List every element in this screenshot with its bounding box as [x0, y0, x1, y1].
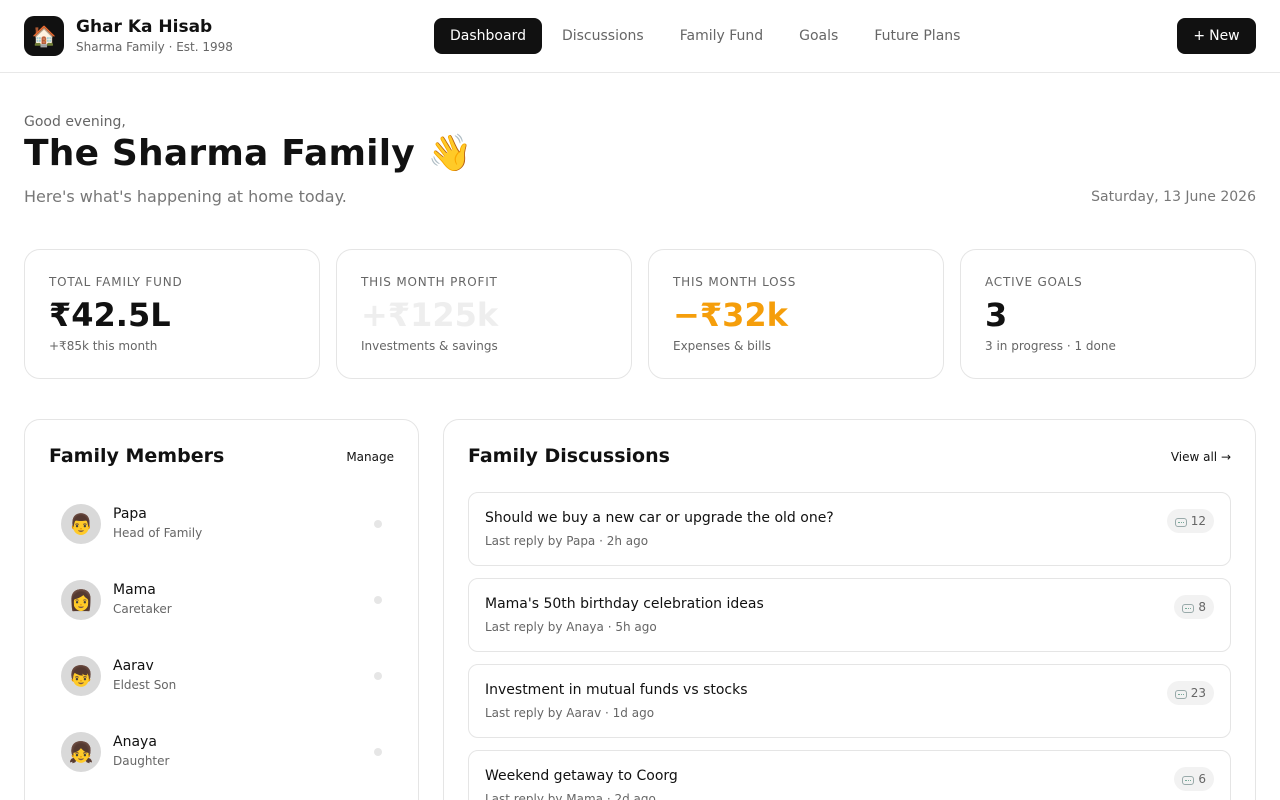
stat-value: +₹125k	[361, 296, 499, 334]
status-dot	[374, 596, 382, 604]
chat-bubble-icon	[1174, 689, 1187, 699]
reply-count-badge: 6	[1174, 767, 1214, 791]
member-role: Head of Family	[113, 526, 203, 540]
stat-note: +₹85k this month	[49, 339, 158, 353]
stat-note: Investments & savings	[361, 339, 498, 353]
panel-title: Family Members	[49, 445, 225, 467]
member-name: Anaya	[113, 734, 157, 750]
stat-value: −₹32k	[673, 296, 788, 334]
stat-label: This Month Profit	[361, 275, 498, 289]
member-role: Eldest Son	[113, 678, 177, 692]
avatar: 👨	[61, 504, 101, 544]
nav-goals[interactable]: Goals	[783, 18, 854, 54]
stat-value: ₹42.5L	[49, 296, 171, 334]
reply-count: 12	[1190, 514, 1206, 528]
nav-dashboard[interactable]: Dashboard	[434, 18, 542, 54]
stat-value: 3	[985, 296, 1008, 334]
stat-card-month-loss: This Month Loss −₹32k Expenses & bills	[648, 249, 944, 379]
member-row-anaya[interactable]: 👧 Anaya Daughter	[49, 720, 395, 784]
stat-label: Active Goals	[985, 275, 1083, 289]
member-role: Caretaker	[113, 602, 172, 616]
member-row-mama[interactable]: 👩 Mama Caretaker	[49, 568, 395, 632]
member-row-papa[interactable]: 👨 Papa Head of Family	[49, 492, 395, 556]
discussion-item[interactable]: Weekend getaway to Coorg Last reply by M…	[468, 750, 1231, 800]
discussion-meta: Last reply by Papa · 2h ago	[485, 534, 649, 548]
plus-icon: +	[1193, 28, 1206, 44]
stat-label: Total Family Fund	[49, 275, 183, 289]
nav-discussions[interactable]: Discussions	[546, 18, 660, 54]
new-button[interactable]: + New	[1177, 18, 1256, 54]
status-dot	[374, 520, 382, 528]
avatar: 👦	[61, 656, 101, 696]
family-discussions-panel: Family Discussions View all → Should we …	[443, 419, 1256, 800]
view-all-discussions-link[interactable]: View all →	[1171, 450, 1231, 464]
app-title: Ghar Ka Hisab	[76, 17, 213, 37]
stat-note: Expenses & bills	[673, 339, 772, 353]
member-name: Papa	[113, 506, 147, 522]
reply-count-badge: 8	[1174, 595, 1214, 619]
member-name: Mama	[113, 582, 156, 598]
chat-bubble-icon	[1174, 517, 1187, 527]
discussion-title: Weekend getaway to Coorg	[485, 768, 678, 784]
discussion-meta: Last reply by Anaya · 5h ago	[485, 620, 657, 634]
discussion-meta: Last reply by Aarav · 1d ago	[485, 706, 655, 720]
chat-bubble-icon	[1182, 603, 1195, 613]
reply-count-badge: 23	[1166, 681, 1214, 705]
chat-bubble-icon	[1182, 775, 1195, 785]
greeting-salutation: Good evening,	[24, 114, 126, 130]
family-members-panel: Family Members Manage 👨 Papa Head of Fam…	[24, 419, 419, 800]
reply-count: 6	[1198, 772, 1206, 786]
nav-future-plans[interactable]: Future Plans	[858, 18, 976, 54]
current-date: Saturday, 13 June 2026	[1091, 189, 1256, 205]
reply-count: 23	[1190, 686, 1206, 700]
logo-glyph: 🏠	[31, 24, 57, 48]
app-subtitle: Sharma Family · Est. 1998	[76, 40, 233, 54]
discussion-title: Mama's 50th birthday celebration ideas	[485, 596, 764, 612]
avatar: 👧	[61, 732, 101, 772]
member-row-aarav[interactable]: 👦 Aarav Eldest Son	[49, 644, 395, 708]
stat-card-active-goals: Active Goals 3 3 in progress · 1 done	[960, 249, 1256, 379]
member-name: Aarav	[113, 658, 154, 674]
main-nav: Dashboard Discussions Family Fund Goals …	[434, 18, 980, 54]
status-dot	[374, 672, 382, 680]
stat-card-month-profit: This Month Profit +₹125k Investments & s…	[336, 249, 632, 379]
nav-family-fund[interactable]: Family Fund	[664, 18, 779, 54]
discussion-meta: Last reply by Mama · 2d ago	[485, 792, 656, 800]
discussion-item[interactable]: Mama's 50th birthday celebration ideas L…	[468, 578, 1231, 652]
stat-card-total-fund: Total Family Fund ₹42.5L +₹85k this mont…	[24, 249, 320, 379]
reply-count-badge: 12	[1166, 509, 1214, 533]
house-icon[interactable]: 🏠	[24, 16, 64, 56]
avatar: 👩	[61, 580, 101, 620]
discussion-item[interactable]: Investment in mutual funds vs stocks Las…	[468, 664, 1231, 738]
page-title: The Sharma Family 👋	[24, 133, 473, 174]
new-button-label: New	[1209, 28, 1240, 44]
panel-title: Family Discussions	[468, 445, 670, 467]
top-bar: 🏠 Ghar Ka Hisab Sharma Family · Est. 199…	[0, 0, 1280, 73]
discussion-title: Investment in mutual funds vs stocks	[485, 682, 748, 698]
member-role: Daughter	[113, 754, 170, 768]
page-subtitle: Here's what's happening at home today.	[24, 187, 347, 206]
discussion-item[interactable]: Should we buy a new car or upgrade the o…	[468, 492, 1231, 566]
status-dot	[374, 748, 382, 756]
stat-label: This Month Loss	[673, 275, 797, 289]
discussion-title: Should we buy a new car or upgrade the o…	[485, 510, 834, 526]
stat-note: 3 in progress · 1 done	[985, 339, 1116, 353]
reply-count: 8	[1198, 600, 1206, 614]
manage-members-link[interactable]: Manage	[346, 450, 394, 464]
